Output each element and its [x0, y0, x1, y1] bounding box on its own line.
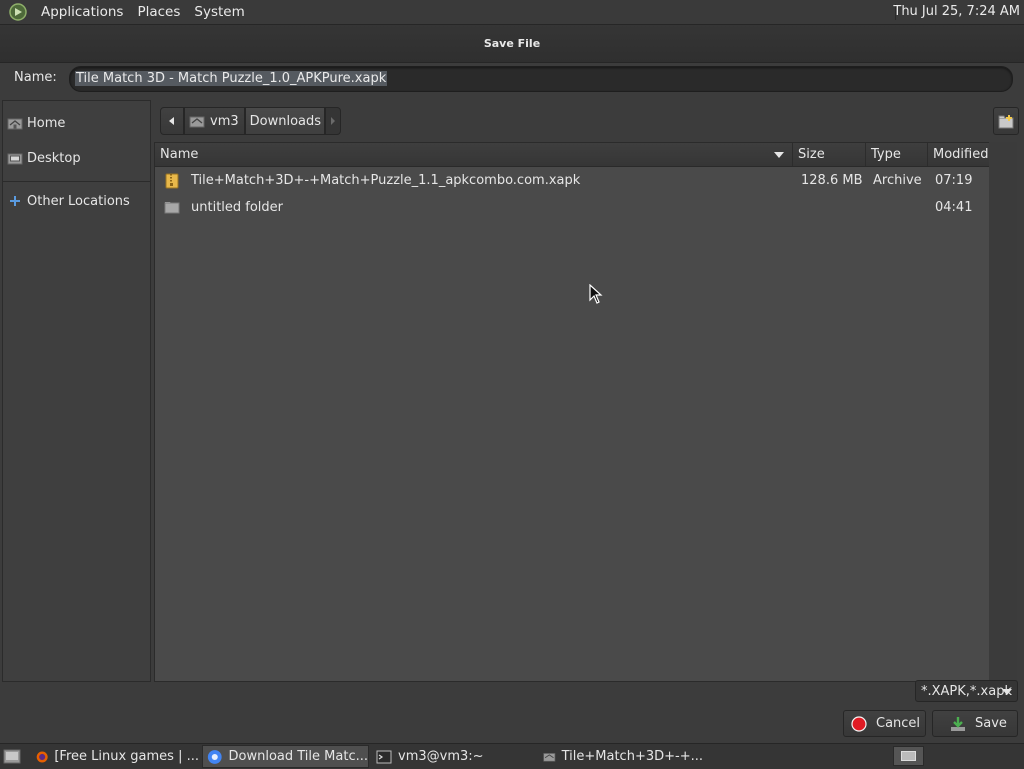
save-file-dialog: Save File Name: Tile Match 3D - Match Pu… [0, 25, 1024, 743]
path-back-button[interactable] [160, 107, 184, 135]
path-segment-label: Downloads [249, 113, 322, 129]
file-modified: 04:41 [935, 200, 973, 215]
file-modified: 07:19 [935, 173, 973, 188]
desktop-icon [7, 153, 23, 165]
sidebar-item-label: Home [27, 115, 66, 131]
folder-icon [164, 202, 180, 214]
mate-logo-icon[interactable] [8, 2, 28, 22]
file-list-scrollbar[interactable] [989, 142, 1017, 680]
path-bar: vm3 Downloads [160, 107, 342, 135]
mouse-cursor-icon [589, 284, 603, 304]
path-forward-button[interactable] [325, 107, 342, 135]
filename-input-text: Tile Match 3D - Match Puzzle_1.0_APKPure… [75, 71, 388, 86]
places-sidebar: Home Desktop Other Locations [2, 100, 151, 682]
taskbar-item-chrome[interactable]: Download Tile Matc... [202, 745, 369, 768]
path-segment-vm3[interactable]: vm3 [184, 107, 245, 135]
taskbar-item-label: Download Tile Matc... [228, 749, 368, 764]
show-desktop-icon[interactable] [2, 746, 22, 766]
file-list: Name Size Type Modified Tile+Match+3D+-+… [154, 142, 990, 682]
taskbar-item-label: vm3@vm3:~ [398, 749, 484, 764]
chevron-right-icon [331, 117, 336, 125]
taskbar-item-firefox[interactable]: [Free Linux games | ... [36, 745, 199, 768]
applications-menu[interactable]: Applications [34, 0, 130, 24]
save-button[interactable]: Save [932, 710, 1018, 737]
sidebar-item-other-locations[interactable]: Other Locations [7, 191, 130, 211]
places-menu[interactable]: Places [130, 0, 187, 24]
workspace-window-thumb [901, 751, 916, 761]
dialog-title: Save File [483, 37, 541, 50]
chevron-left-icon [169, 117, 174, 125]
new-folder-icon [998, 114, 1014, 128]
taskbar-item-label: Tile+Match+3D+-+... [561, 749, 703, 764]
sidebar-item-label: Desktop [27, 150, 81, 166]
sidebar-item-desktop[interactable]: Desktop [7, 148, 81, 168]
firefox-icon [36, 751, 48, 762]
sidebar-separator [3, 181, 150, 182]
home-icon [189, 116, 205, 128]
chrome-icon [207, 749, 222, 764]
save-button-label: Save [975, 716, 1007, 731]
column-header-label: Type [871, 147, 901, 162]
file-type-filter-value: *.XAPK,*.xapk [921, 684, 1012, 699]
top-panel: Applications Places System Thu Jul 25, 7… [0, 0, 1024, 25]
workspace-switcher[interactable] [893, 746, 924, 766]
clock[interactable]: Thu Jul 25, 7:24 AM [893, 0, 1020, 24]
cancel-button-label: Cancel [876, 716, 921, 731]
home-icon [7, 118, 23, 130]
system-menu[interactable]: System [187, 0, 251, 24]
column-header-type[interactable]: Type [865, 143, 927, 166]
create-folder-button[interactable] [993, 107, 1019, 135]
column-header-modified[interactable]: Modified [927, 143, 989, 166]
terminal-icon [376, 750, 392, 763]
column-header-label: Modified [933, 147, 989, 162]
file-list-header: Name Size Type Modified [155, 143, 989, 167]
path-segment-downloads[interactable]: Downloads [244, 107, 326, 135]
cancel-icon [851, 715, 867, 732]
dropdown-arrow-icon [1002, 689, 1012, 695]
file-size: 128.6 MB [801, 173, 863, 188]
taskbar-item-save-dialog[interactable]: Tile+Match+3D+-+... [543, 745, 703, 768]
file-name: untitled folder [191, 200, 284, 215]
column-header-name[interactable]: Name [155, 143, 792, 166]
sidebar-item-home[interactable]: Home [7, 113, 65, 133]
save-download-icon [951, 716, 965, 731]
sidebar-item-label: Other Locations [27, 193, 130, 209]
path-segment-label: vm3 [210, 113, 239, 129]
taskbar-item-terminal[interactable]: vm3@vm3:~ [376, 745, 536, 768]
taskbar-item-label: [Free Linux games | ... [54, 749, 199, 764]
name-label: Name: [14, 70, 57, 85]
file-dialog-icon [543, 752, 556, 762]
dialog-titlebar[interactable]: Save File [0, 25, 1024, 63]
column-header-label: Size [798, 147, 825, 162]
cancel-button[interactable]: Cancel [843, 710, 926, 737]
column-header-size[interactable]: Size [792, 143, 865, 166]
file-name: Tile+Match+3D+-+Match+Puzzle_1.1_apkcomb… [191, 173, 581, 188]
sort-descending-icon [774, 152, 784, 158]
plus-icon [10, 196, 20, 206]
taskbar: [Free Linux games | ... Download Tile Ma… [0, 743, 1024, 769]
column-header-label: Name [160, 147, 199, 162]
file-row[interactable]: Tile+Match+3D+-+Match+Puzzle_1.1_apkcomb… [155, 167, 989, 194]
archive-icon [165, 173, 179, 189]
file-type: Archive [873, 173, 922, 188]
filename-input[interactable]: Tile Match 3D - Match Puzzle_1.0_APKPure… [69, 66, 1013, 92]
file-row[interactable]: untitled folder 04:41 [155, 194, 989, 221]
file-type-filter[interactable]: *.XAPK,*.xapk [915, 680, 1018, 702]
